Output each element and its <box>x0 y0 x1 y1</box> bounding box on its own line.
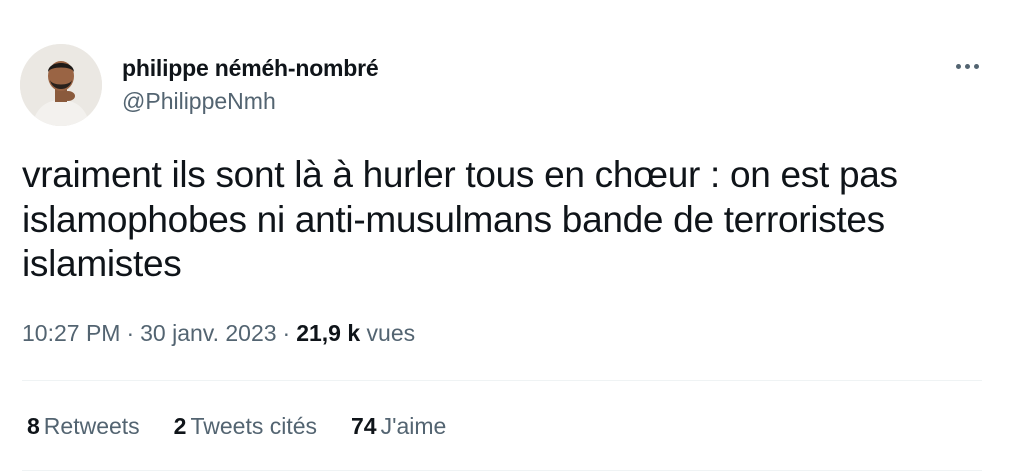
profile-photo-icon <box>20 44 102 126</box>
quotes-stat[interactable]: 2 Tweets cités <box>174 413 317 440</box>
views-count: 21,9 k <box>296 320 361 346</box>
tweet-card: philippe néméh-nombré @PhilippeNmh vraim… <box>0 0 1010 476</box>
meta-separator: · <box>126 320 135 346</box>
retweets-label: Retweets <box>43 413 140 439</box>
divider <box>22 470 982 471</box>
quotes-label: Tweets cités <box>190 413 318 439</box>
tweet-meta: 10:27 PM · 30 janv. 2023 · 21,9 k vues <box>22 320 415 347</box>
more-horizontal-icon <box>955 63 961 69</box>
quotes-count: 2 <box>173 413 187 439</box>
meta-separator: · <box>282 320 291 346</box>
author-handle[interactable]: @PhilippeNmh <box>122 88 276 115</box>
retweets-stat[interactable]: 8 Retweets <box>27 413 140 440</box>
more-options-button[interactable] <box>949 52 985 80</box>
more-horizontal-icon <box>973 63 979 69</box>
tweet-time[interactable]: 10:27 PM <box>22 320 120 346</box>
likes-label: J'aime <box>380 413 447 439</box>
likes-count: 74 <box>351 413 377 439</box>
tweet-stats: 8 Retweets 2 Tweets cités 74 J'aime <box>27 413 446 440</box>
likes-stat[interactable]: 74 J'aime <box>351 413 446 440</box>
more-horizontal-icon <box>964 63 970 69</box>
views-label: vues <box>366 320 416 346</box>
divider <box>22 380 982 381</box>
tweet-date[interactable]: 30 janv. 2023 <box>140 320 276 346</box>
author-display-name[interactable]: philippe néméh-nombré <box>122 55 379 82</box>
retweets-count: 8 <box>27 413 40 439</box>
tweet-text: vraiment ils sont là à hurler tous en ch… <box>22 154 898 284</box>
avatar[interactable] <box>20 44 102 126</box>
